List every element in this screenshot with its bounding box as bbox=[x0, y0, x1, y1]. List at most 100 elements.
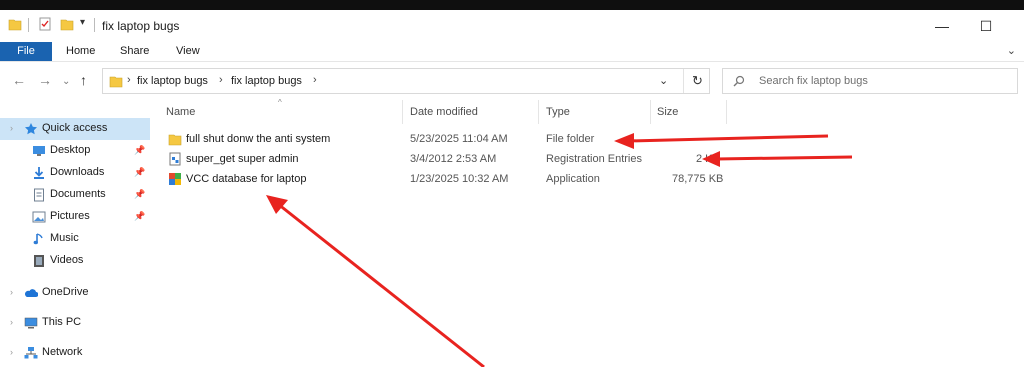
top-edge-bar bbox=[0, 0, 1024, 10]
file-type: Application bbox=[546, 173, 600, 185]
navigation-pane: › Quick access Desktop 📌 Downloads 📌 Doc… bbox=[0, 104, 150, 367]
address-dropdown-button[interactable]: ⌄ bbox=[659, 74, 668, 87]
up-button[interactable]: ↑ bbox=[80, 72, 87, 88]
file-size: 78,775 KB bbox=[672, 173, 724, 185]
breadcrumb-item[interactable]: fix laptop bugs bbox=[231, 75, 302, 87]
tab-view[interactable]: View bbox=[176, 42, 200, 61]
customize-toolbar-icon[interactable]: ▾ bbox=[80, 17, 85, 28]
pin-icon: 📌 bbox=[134, 145, 146, 155]
sidebar-item-desktop[interactable]: Desktop 📌 bbox=[0, 140, 150, 162]
title-bar: ▾ fix laptop bugs — ☐ bbox=[0, 10, 1024, 40]
tab-share[interactable]: Share bbox=[120, 42, 149, 61]
sidebar-item-label: OneDrive bbox=[42, 286, 89, 298]
address-bar[interactable]: › fix laptop bugs › fix laptop bugs › ⌄ … bbox=[102, 68, 710, 94]
sidebar-item-documents[interactable]: Documents 📌 bbox=[0, 184, 150, 206]
application-icon bbox=[169, 173, 181, 185]
tab-file[interactable]: File bbox=[0, 42, 52, 61]
sidebar-item-label: This PC bbox=[42, 316, 82, 328]
sidebar-item-label: Pictures bbox=[50, 210, 90, 222]
expand-ribbon-icon[interactable]: ⌄ bbox=[1007, 44, 1016, 57]
sidebar-item-downloads[interactable]: Downloads 📌 bbox=[0, 162, 150, 184]
toolbar-divider bbox=[94, 18, 95, 32]
search-input[interactable]: Search fix laptop bugs bbox=[759, 75, 868, 87]
maximize-button[interactable]: ☐ bbox=[974, 16, 998, 36]
back-button[interactable]: ← bbox=[12, 72, 26, 88]
sidebar-item-label: Desktop bbox=[50, 144, 91, 156]
minimize-button[interactable]: — bbox=[930, 16, 954, 36]
sidebar-item-label: Quick access bbox=[42, 122, 108, 134]
search-icon bbox=[733, 75, 745, 87]
music-icon bbox=[33, 233, 43, 245]
sidebar-item-videos[interactable]: Videos bbox=[0, 250, 150, 272]
sidebar-item-pictures[interactable]: Pictures 📌 bbox=[0, 206, 150, 228]
file-date-modified: 1/23/2025 10:32 AM bbox=[410, 173, 509, 185]
file-date-modified: 5/23/2025 11:04 AM bbox=[410, 133, 508, 145]
pin-icon: 📌 bbox=[134, 167, 146, 177]
file-list: ^ Name Date modified Type Size full shut… bbox=[156, 98, 1024, 367]
chevron-right-icon[interactable]: › bbox=[10, 287, 13, 297]
column-header-type[interactable]: Type bbox=[546, 106, 570, 118]
breadcrumb-item[interactable]: fix laptop bugs bbox=[137, 75, 208, 87]
desktop-icon bbox=[33, 146, 45, 156]
this-pc-icon bbox=[24, 317, 38, 329]
column-divider[interactable] bbox=[538, 100, 539, 124]
sort-ascending-icon: ^ bbox=[278, 98, 282, 107]
sidebar-item-this-pc[interactable]: › This PC bbox=[0, 312, 150, 334]
star-icon bbox=[25, 123, 37, 135]
sidebar-item-music[interactable]: Music bbox=[0, 228, 150, 250]
sidebar-item-onedrive[interactable]: › OneDrive bbox=[0, 282, 150, 304]
downloads-icon bbox=[34, 167, 44, 179]
videos-icon bbox=[34, 255, 44, 267]
column-header-name[interactable]: Name bbox=[166, 106, 195, 118]
breadcrumb-separator: › bbox=[219, 74, 223, 86]
column-header-date-modified[interactable]: Date modified bbox=[410, 106, 478, 118]
file-name: VCC database for laptop bbox=[186, 173, 307, 185]
registry-file-icon bbox=[169, 152, 181, 166]
documents-icon bbox=[34, 188, 44, 202]
file-date-modified: 3/4/2012 2:53 AM bbox=[410, 153, 497, 165]
sidebar-item-label: Videos bbox=[50, 254, 84, 266]
properties-icon[interactable] bbox=[38, 17, 52, 31]
forward-button[interactable]: → bbox=[38, 72, 52, 88]
window-title: fix laptop bugs bbox=[102, 19, 180, 33]
toolbar-divider bbox=[28, 18, 29, 32]
file-row[interactable]: full shut donw the anti system 5/23/2025… bbox=[164, 130, 724, 150]
file-size: 2 K bbox=[696, 153, 713, 165]
breadcrumb-separator: › bbox=[313, 74, 317, 86]
search-box[interactable]: Search fix laptop bugs bbox=[722, 68, 1018, 94]
breadcrumb-separator: › bbox=[127, 74, 131, 86]
sidebar-item-label: Downloads bbox=[50, 166, 105, 178]
chevron-right-icon[interactable]: › bbox=[10, 347, 13, 357]
sidebar-item-label: Music bbox=[50, 232, 79, 244]
column-header-size[interactable]: Size bbox=[657, 106, 678, 118]
sidebar-item-label: Network bbox=[42, 346, 83, 358]
folder-icon bbox=[109, 76, 123, 88]
address-row: ← → ⌄ ↑ › fix laptop bugs › fix laptop b… bbox=[0, 66, 1024, 96]
network-icon bbox=[24, 347, 38, 359]
column-divider[interactable] bbox=[402, 100, 403, 124]
column-divider[interactable] bbox=[726, 100, 727, 124]
sidebar-item-quick-access[interactable]: › Quick access bbox=[0, 118, 150, 140]
pin-icon: 📌 bbox=[134, 211, 146, 221]
recent-locations-button[interactable]: ⌄ bbox=[62, 74, 70, 90]
new-folder-icon[interactable] bbox=[60, 17, 74, 31]
onedrive-icon bbox=[25, 289, 38, 297]
file-name: full shut donw the anti system bbox=[186, 133, 331, 145]
file-row[interactable]: super_get super admin 3/4/2012 2:53 AM R… bbox=[164, 150, 724, 170]
file-row[interactable]: VCC database for laptop 1/23/2025 10:32 … bbox=[164, 170, 724, 190]
file-type: Registration Entries bbox=[546, 153, 642, 165]
pin-icon: 📌 bbox=[134, 189, 146, 199]
file-type: File folder bbox=[546, 133, 595, 145]
file-name: super_get super admin bbox=[186, 153, 299, 165]
sidebar-item-label: Documents bbox=[50, 188, 106, 200]
folder-icon bbox=[168, 134, 182, 146]
column-divider[interactable] bbox=[650, 100, 651, 124]
sidebar-item-network[interactable]: › Network bbox=[0, 342, 150, 364]
ribbon: File Home Share View ⌄ bbox=[0, 40, 1024, 62]
folder-icon bbox=[8, 19, 22, 31]
chevron-down-icon[interactable]: › bbox=[10, 123, 13, 133]
chevron-right-icon[interactable]: › bbox=[10, 317, 13, 327]
pictures-icon bbox=[32, 211, 46, 223]
refresh-button[interactable]: ↻ bbox=[683, 69, 711, 93]
tab-home[interactable]: Home bbox=[66, 42, 95, 61]
